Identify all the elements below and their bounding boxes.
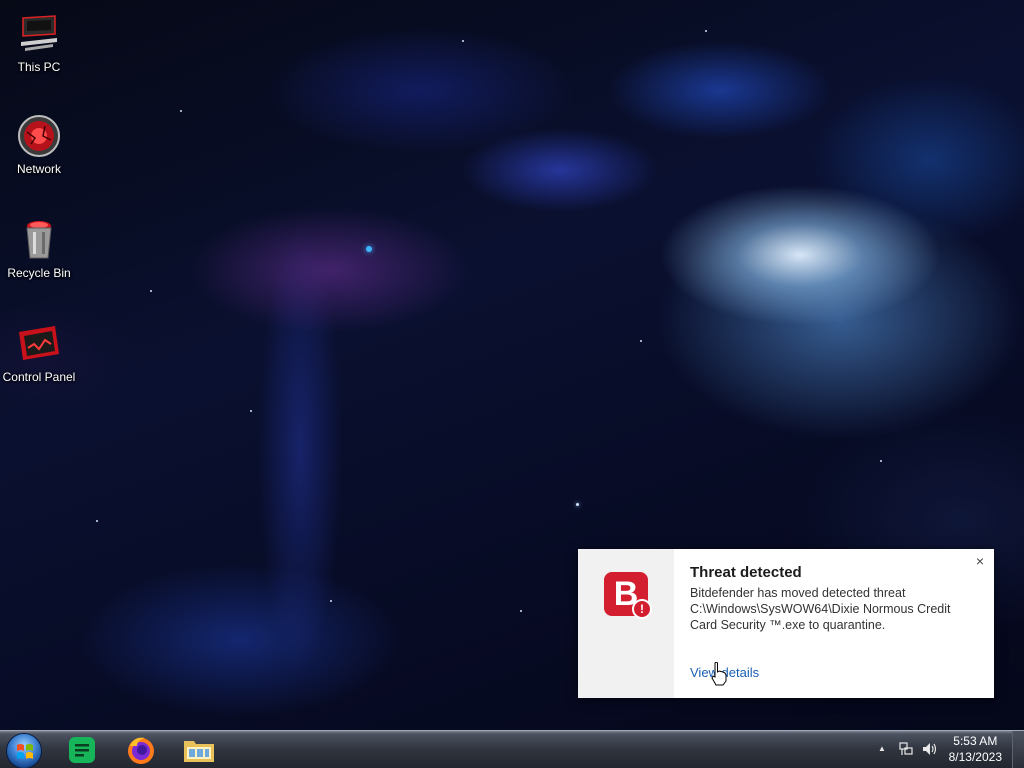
hand-cursor-icon	[711, 661, 727, 686]
taskbar-clock[interactable]: 5:53 AM 8/13/2023	[949, 733, 1002, 765]
show-desktop-button[interactable]	[1012, 731, 1024, 768]
network-icon[interactable]	[899, 742, 913, 756]
taskbar-file-explorer[interactable]	[179, 733, 219, 767]
file-explorer-icon	[184, 741, 214, 762]
threat-notification-toast[interactable]: B ! Threat detected Bitdefender has move…	[578, 549, 994, 698]
firefox-icon	[128, 737, 154, 764]
clock-date: 8/13/2023	[948, 750, 1002, 764]
toast-logo-pane: B !	[578, 549, 674, 698]
tray-overflow-chevron-icon[interactable]: ▲	[875, 742, 889, 756]
taskbar-spreadsheet-app[interactable]	[62, 733, 102, 767]
volume-icon[interactable]	[922, 742, 937, 756]
computer-icon	[17, 12, 61, 56]
taskbar	[0, 730, 1024, 768]
desktop-icon-label: Control Panel	[2, 370, 76, 384]
windows-start-button[interactable]	[6, 733, 42, 768]
windows-logo-icon	[17, 744, 33, 759]
network-globe-icon	[17, 114, 61, 158]
taskbar-firefox[interactable]	[121, 733, 161, 767]
spreadsheet-app-icon	[69, 737, 95, 763]
desktop-icon-control-panel[interactable]: Control Panel	[0, 322, 78, 384]
alert-badge-icon: !	[632, 599, 652, 619]
control-panel-icon	[17, 322, 61, 366]
desktop-icon-this-pc[interactable]: This PC	[0, 12, 78, 74]
toast-title: Threat detected	[690, 564, 802, 581]
desktop-icon-network[interactable]: Network	[0, 114, 78, 176]
close-icon[interactable]: ×	[972, 553, 988, 569]
desktop-icon-label: This PC	[17, 60, 61, 74]
desktop-icon-label: Recycle Bin	[7, 266, 71, 280]
desktop-icon-recycle-bin[interactable]: Recycle Bin	[0, 218, 78, 280]
toast-message: Bitdefender has moved detected threat C:…	[690, 586, 951, 632]
desktop-icon-label: Network	[16, 162, 61, 176]
clock-time: 5:53 AM	[953, 734, 998, 748]
recycle-bin-icon	[17, 218, 61, 262]
